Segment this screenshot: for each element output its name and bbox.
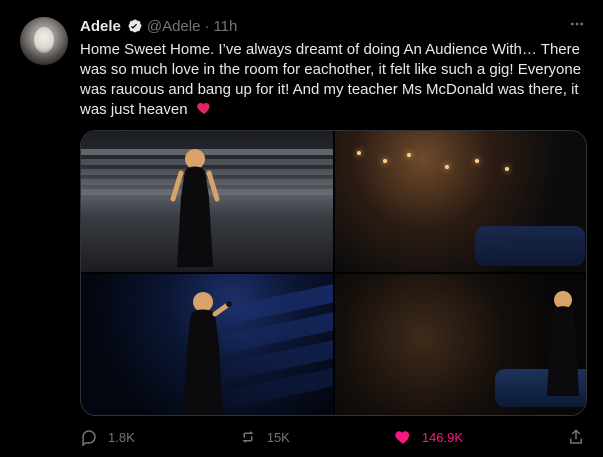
tweet-time[interactable]: 11h bbox=[213, 18, 237, 35]
reply-count: 1.8K bbox=[108, 429, 135, 445]
tweet-text: Home Sweet Home. I’ve always dreamt of d… bbox=[80, 40, 585, 120]
stage bbox=[474, 226, 585, 266]
share-action[interactable] bbox=[567, 428, 585, 446]
media-photo-2[interactable] bbox=[334, 131, 586, 272]
share-icon[interactable] bbox=[567, 428, 585, 446]
media-photo-4[interactable] bbox=[334, 274, 586, 415]
red-heart-icon bbox=[196, 100, 212, 116]
more-horizontal-icon[interactable] bbox=[567, 16, 587, 32]
reply-action[interactable]: 1.8K bbox=[80, 428, 135, 448]
singer-silhouette bbox=[541, 286, 585, 396]
verified-badge-icon bbox=[125, 17, 143, 35]
reply-icon[interactable] bbox=[80, 428, 98, 448]
retweet-icon[interactable] bbox=[239, 428, 257, 446]
author-handle[interactable]: @Adele bbox=[147, 18, 201, 35]
singer-silhouette bbox=[169, 143, 221, 267]
tweet: Adele @Adele · 11h Home Sweet Home. I’ve… bbox=[0, 0, 603, 457]
retweet-count: 15K bbox=[266, 429, 290, 445]
header-separator: · bbox=[204, 17, 210, 35]
retweet-action[interactable]: 15K bbox=[239, 428, 290, 446]
media-photo-3[interactable] bbox=[81, 274, 333, 415]
tweet-actions: 1.8K 15K 146.9K bbox=[80, 424, 585, 450]
media-grid[interactable] bbox=[80, 130, 587, 416]
tweet-header: Adele @Adele · 11h bbox=[80, 15, 237, 37]
like-count: 146.9K bbox=[421, 429, 464, 445]
media-photo-1[interactable] bbox=[81, 131, 333, 272]
heart-icon[interactable] bbox=[394, 428, 412, 446]
like-action[interactable]: 146.9K bbox=[394, 428, 463, 446]
singer-silhouette bbox=[173, 286, 233, 415]
tweet-text-content: Home Sweet Home. I’ve always dreamt of d… bbox=[80, 41, 582, 118]
avatar[interactable] bbox=[20, 17, 68, 65]
author-name[interactable]: Adele bbox=[80, 18, 121, 35]
